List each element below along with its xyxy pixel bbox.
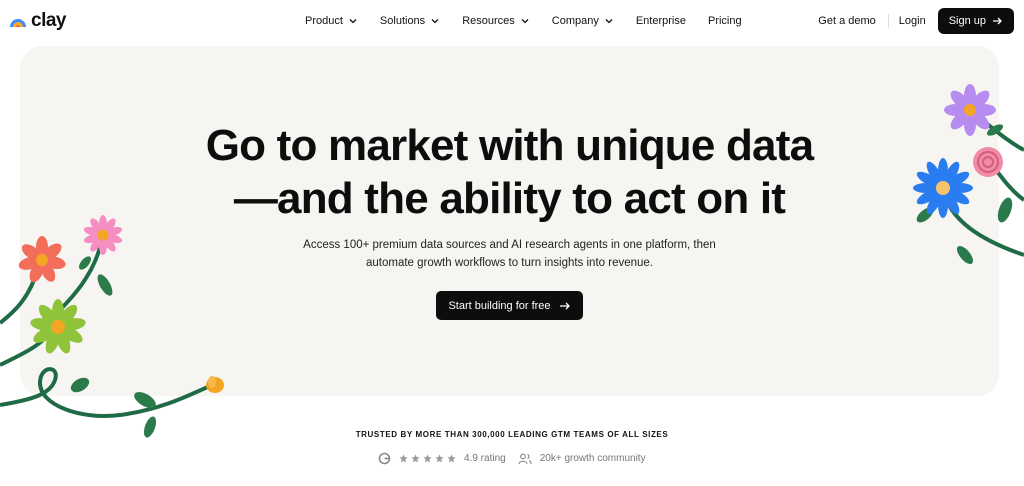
star-icon (399, 454, 408, 463)
nav-item-resources[interactable]: Resources (462, 15, 530, 27)
star-icon (447, 454, 456, 463)
chevron-down-icon (521, 19, 529, 24)
arrow-right-icon (559, 302, 570, 309)
chevron-down-icon (349, 19, 357, 24)
nav-item-product[interactable]: Product (305, 15, 358, 27)
signup-button[interactable]: Sign up (937, 8, 1014, 34)
clay-logo-icon (8, 13, 28, 29)
signup-label: Sign up (948, 15, 986, 27)
nav-divider (887, 14, 889, 28)
trusted-by-text: TRUSTED BY MORE THAN 300,000 LEADING GTM… (355, 430, 669, 439)
logo-text: clay (31, 10, 66, 31)
headline-line-1: Go to market with unique data (205, 121, 814, 170)
nav-item-label: Pricing (707, 15, 742, 27)
login-link[interactable]: Login (899, 15, 926, 27)
users-icon (518, 453, 532, 464)
cta-label: Start building for free (448, 299, 551, 312)
ratings-row: 4.9 rating 20k+ growth community (378, 452, 646, 465)
start-building-button[interactable]: Start building for free (436, 291, 583, 320)
main-menu: Product Solutions Resources Company Ente… (305, 0, 764, 42)
nav-actions: Get a demo Login Sign up (818, 7, 1014, 35)
nav-item-label: Solutions (379, 15, 426, 27)
right-flowers-illustration (913, 84, 1024, 265)
nav-item-label: Resources (462, 15, 515, 27)
star-icon (423, 454, 432, 463)
get-demo-link[interactable]: Get a demo (818, 15, 875, 27)
left-flowers-illustration (0, 215, 224, 438)
community-label: 20k+ growth community (539, 453, 646, 464)
star-icon (411, 454, 420, 463)
chevron-down-icon (605, 19, 613, 24)
nav-item-solutions[interactable]: Solutions (380, 15, 440, 27)
g2-icon (378, 452, 391, 465)
arrow-right-icon (993, 17, 1002, 25)
nav-item-label: Enterprise (635, 15, 686, 27)
clay-logo[interactable]: clay (8, 10, 66, 32)
nav-item-enterprise[interactable]: Enterprise (636, 15, 686, 27)
chevron-down-icon (431, 19, 439, 24)
rating-label: 4.9 rating (464, 453, 506, 464)
star-rating (399, 454, 456, 463)
nav-item-label: Product (305, 15, 343, 27)
nav-item-pricing[interactable]: Pricing (708, 15, 742, 27)
star-icon (435, 454, 444, 463)
nav-item-label: Company (551, 15, 599, 27)
nav-item-company[interactable]: Company (552, 15, 614, 27)
top-nav: clay Product Solutions Resources Company… (0, 0, 1024, 42)
